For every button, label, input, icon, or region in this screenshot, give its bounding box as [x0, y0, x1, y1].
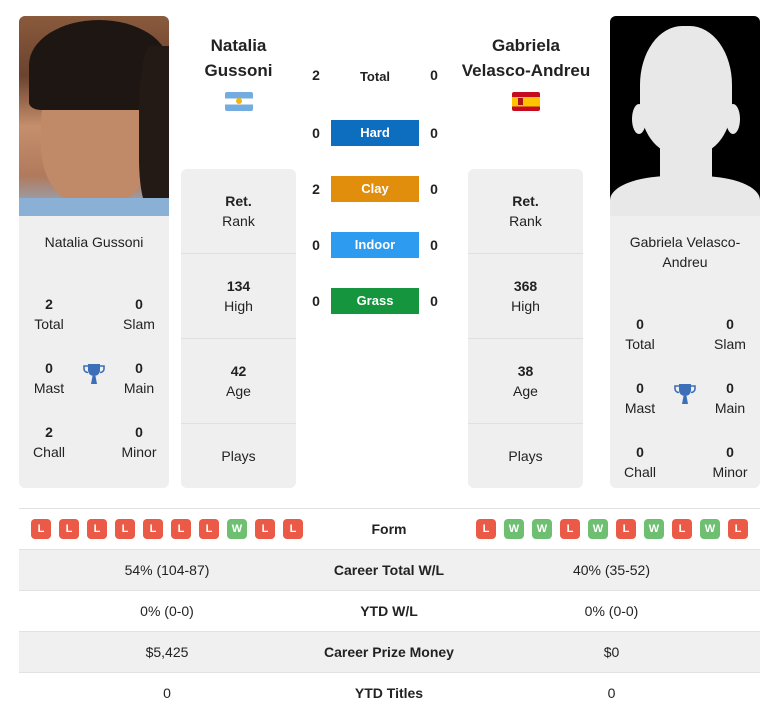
- player2-career-wl: 40% (35-52): [572, 562, 651, 578]
- player2-plays: Plays: [508, 448, 543, 464]
- h2h-grass-p2: 0: [430, 293, 438, 309]
- prize-money-row: $5,425 Career Prize Money $0: [19, 632, 760, 673]
- ytd-wl-label: YTD W/L: [360, 603, 418, 619]
- h2h-hard-p1: 0: [312, 125, 320, 141]
- player1-mast-titles: 0 Mast: [33, 360, 65, 396]
- player2-slam-titles: 0 Slam: [714, 316, 746, 352]
- surface-hard-badge[interactable]: Hard: [331, 120, 419, 146]
- player1-plays: Plays: [221, 448, 256, 464]
- player1-rank-card: Ret. Rank 134 High 42 Age Plays: [181, 169, 296, 488]
- player2-ytd-titles: 0: [607, 685, 616, 701]
- ytd-wl-row: 0% (0-0) YTD W/L 0% (0-0): [19, 591, 760, 632]
- player1-form-badge-loss[interactable]: L: [87, 519, 107, 539]
- h2h-grass-p1: 0: [312, 293, 320, 309]
- player1-form-badge-win[interactable]: W: [227, 519, 247, 539]
- h2h-total-label: Total: [359, 69, 391, 84]
- h2h-hard-p2: 0: [430, 125, 438, 141]
- player1-form-badge-loss[interactable]: L: [115, 519, 135, 539]
- ytd-titles-row: 0 YTD Titles 0: [19, 673, 760, 714]
- player1-form-badge-loss[interactable]: L: [255, 519, 275, 539]
- player2-photo-placeholder[interactable]: [610, 16, 760, 216]
- player2-card-name[interactable]: Gabriela Velasco- Andreu: [610, 232, 760, 272]
- prize-money-label: Career Prize Money: [324, 644, 454, 660]
- player2-form-badge-loss[interactable]: L: [672, 519, 692, 539]
- player2-chall-titles: 0 Chall: [624, 444, 656, 480]
- player2-ytd-wl: 0% (0-0): [584, 603, 639, 619]
- player2-form-badge-win[interactable]: W: [700, 519, 720, 539]
- player2-form-badge-win[interactable]: W: [588, 519, 608, 539]
- h2h-indoor-p2: 0: [430, 237, 438, 253]
- surface-grass-badge[interactable]: Grass: [331, 288, 419, 314]
- player1-current-rank: Ret. Rank: [222, 193, 255, 229]
- player2-minor-titles: 0 Minor: [712, 444, 748, 480]
- h2h-clay-p2: 0: [430, 181, 438, 197]
- h2h-total-p2: 0: [430, 67, 438, 83]
- player1-total-titles: 2 Total: [34, 296, 64, 332]
- player1-form-badge-loss[interactable]: L: [171, 519, 191, 539]
- player2-form-badge-win[interactable]: W: [504, 519, 524, 539]
- trophy-icon: [83, 364, 105, 384]
- player2-form: LWWLWLWLWL: [476, 519, 748, 539]
- player2-rank-card: Ret. Rank 368 High 38 Age Plays: [468, 169, 583, 488]
- h2h-indoor-p1: 0: [312, 237, 320, 253]
- player1-form: LLLLLLLWLL: [31, 519, 303, 539]
- argentina-flag-icon: [225, 92, 253, 111]
- career-wl-label: Career Total W/L: [333, 562, 445, 578]
- h2h-total-p1: 2: [312, 67, 320, 83]
- player1-form-badge-loss[interactable]: L: [31, 519, 51, 539]
- player1-form-badge-loss[interactable]: L: [283, 519, 303, 539]
- player2-form-badge-loss[interactable]: L: [560, 519, 580, 539]
- form-label: Form: [371, 521, 407, 537]
- player1-career-wl: 54% (104-87): [124, 562, 210, 578]
- player2-high-rank: 368 High: [511, 278, 540, 314]
- player2-form-badge-win[interactable]: W: [644, 519, 664, 539]
- player1-high-rank: 134 High: [224, 278, 253, 314]
- player1-form-badge-loss[interactable]: L: [199, 519, 219, 539]
- player1-ytd-titles: 0: [163, 685, 171, 701]
- player2-name[interactable]: Gabriela Velasco-Andreu: [450, 33, 602, 83]
- player1-name[interactable]: Natalia Gussoni: [181, 33, 296, 83]
- player2-main-titles: 0 Main: [714, 380, 746, 416]
- player1-form-badge-loss[interactable]: L: [143, 519, 163, 539]
- player1-prize-money: $5,425: [145, 644, 189, 660]
- player2-total-titles: 0 Total: [625, 316, 655, 352]
- player2-card: Gabriela Velasco- Andreu 0 Total 0 Slam 0M…: [610, 16, 760, 488]
- player1-card: Natalia Gussoni 2 Total 0 Slam 0 Mast 0 Main…: [19, 16, 169, 488]
- player1-photo[interactable]: [19, 16, 169, 216]
- player2-prize-money: $0: [603, 644, 620, 660]
- player1-form-badge-loss[interactable]: L: [59, 519, 79, 539]
- player2-form-badge-loss[interactable]: L: [616, 519, 636, 539]
- player1-age: 42 Age: [226, 363, 251, 399]
- player2-form-badge-loss[interactable]: L: [728, 519, 748, 539]
- ytd-titles-label: YTD Titles: [354, 685, 424, 701]
- career-wl-row: 54% (104-87) Career Total W/L 40% (35-52…: [19, 550, 760, 591]
- player1-slam-titles: 0 Slam: [123, 296, 155, 332]
- player2-current-rank: Ret. Rank: [509, 193, 542, 229]
- player2-form-badge-win[interactable]: W: [532, 519, 552, 539]
- h2h-clay-p1: 2: [312, 181, 320, 197]
- player1-card-name[interactable]: Natalia Gussoni: [19, 232, 169, 252]
- player1-main-titles: 0 Main: [123, 360, 155, 396]
- player2-age: 38 Age: [513, 363, 538, 399]
- surface-clay-badge[interactable]: Clay: [331, 176, 419, 202]
- player2-form-badge-loss[interactable]: L: [476, 519, 496, 539]
- form-row: LLLLLLLWLL Form LWWLWLWLWL: [19, 509, 760, 550]
- player1-chall-titles: 2 Chall: [33, 424, 65, 460]
- player1-ytd-wl: 0% (0-0): [140, 603, 194, 619]
- surface-indoor-badge[interactable]: Indoor: [331, 232, 419, 258]
- trophy-icon: [674, 384, 696, 404]
- player1-minor-titles: 0 Minor: [121, 424, 157, 460]
- spain-flag-icon: [512, 92, 540, 111]
- player2-mast-titles: 0 Mast: [624, 380, 656, 416]
